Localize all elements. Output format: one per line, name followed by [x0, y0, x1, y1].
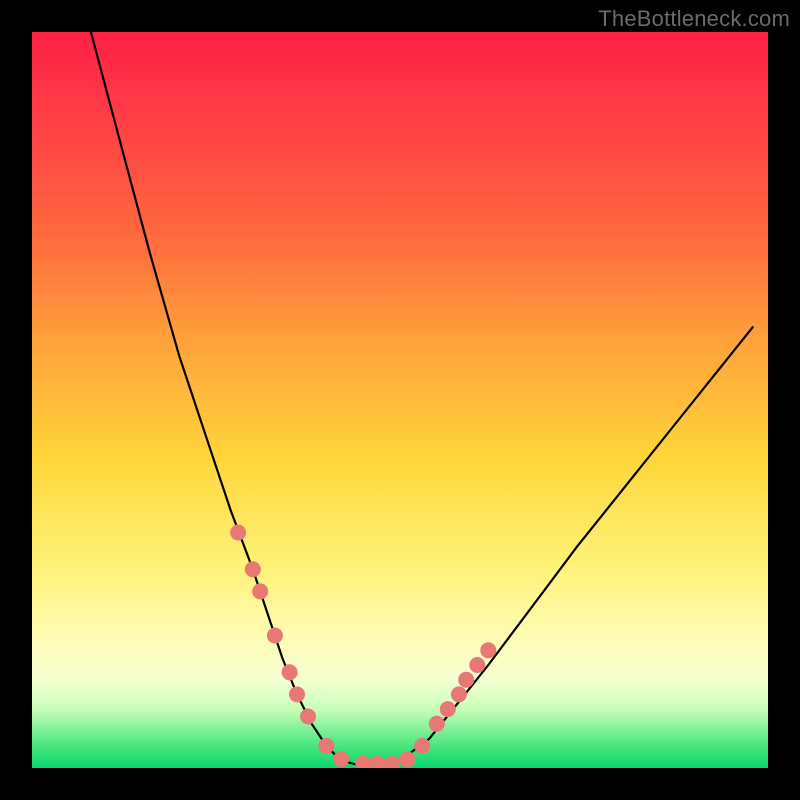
marker-dot — [355, 756, 371, 768]
v-curve — [91, 32, 753, 764]
marker-dot — [300, 709, 316, 725]
watermark-text: TheBottleneck.com — [598, 6, 790, 32]
marker-dot — [252, 583, 268, 599]
marker-dot — [440, 701, 456, 717]
marker-dot — [333, 751, 349, 767]
marker-dots — [230, 525, 496, 769]
marker-dot — [480, 642, 496, 658]
curve-svg — [32, 32, 768, 768]
marker-dot — [399, 751, 415, 767]
marker-dot — [230, 525, 246, 541]
marker-dot — [451, 686, 467, 702]
marker-dot — [318, 738, 334, 754]
marker-dot — [370, 756, 386, 768]
marker-dot — [414, 738, 430, 754]
marker-dot — [282, 664, 298, 680]
marker-dot — [245, 561, 261, 577]
marker-dot — [289, 686, 305, 702]
plot-area — [32, 32, 768, 768]
marker-dot — [429, 716, 445, 732]
marker-dot — [469, 657, 485, 673]
marker-dot — [385, 756, 401, 768]
curve-path — [91, 32, 753, 764]
marker-dot — [267, 628, 283, 644]
chart-frame: TheBottleneck.com — [0, 0, 800, 800]
marker-dot — [458, 672, 474, 688]
